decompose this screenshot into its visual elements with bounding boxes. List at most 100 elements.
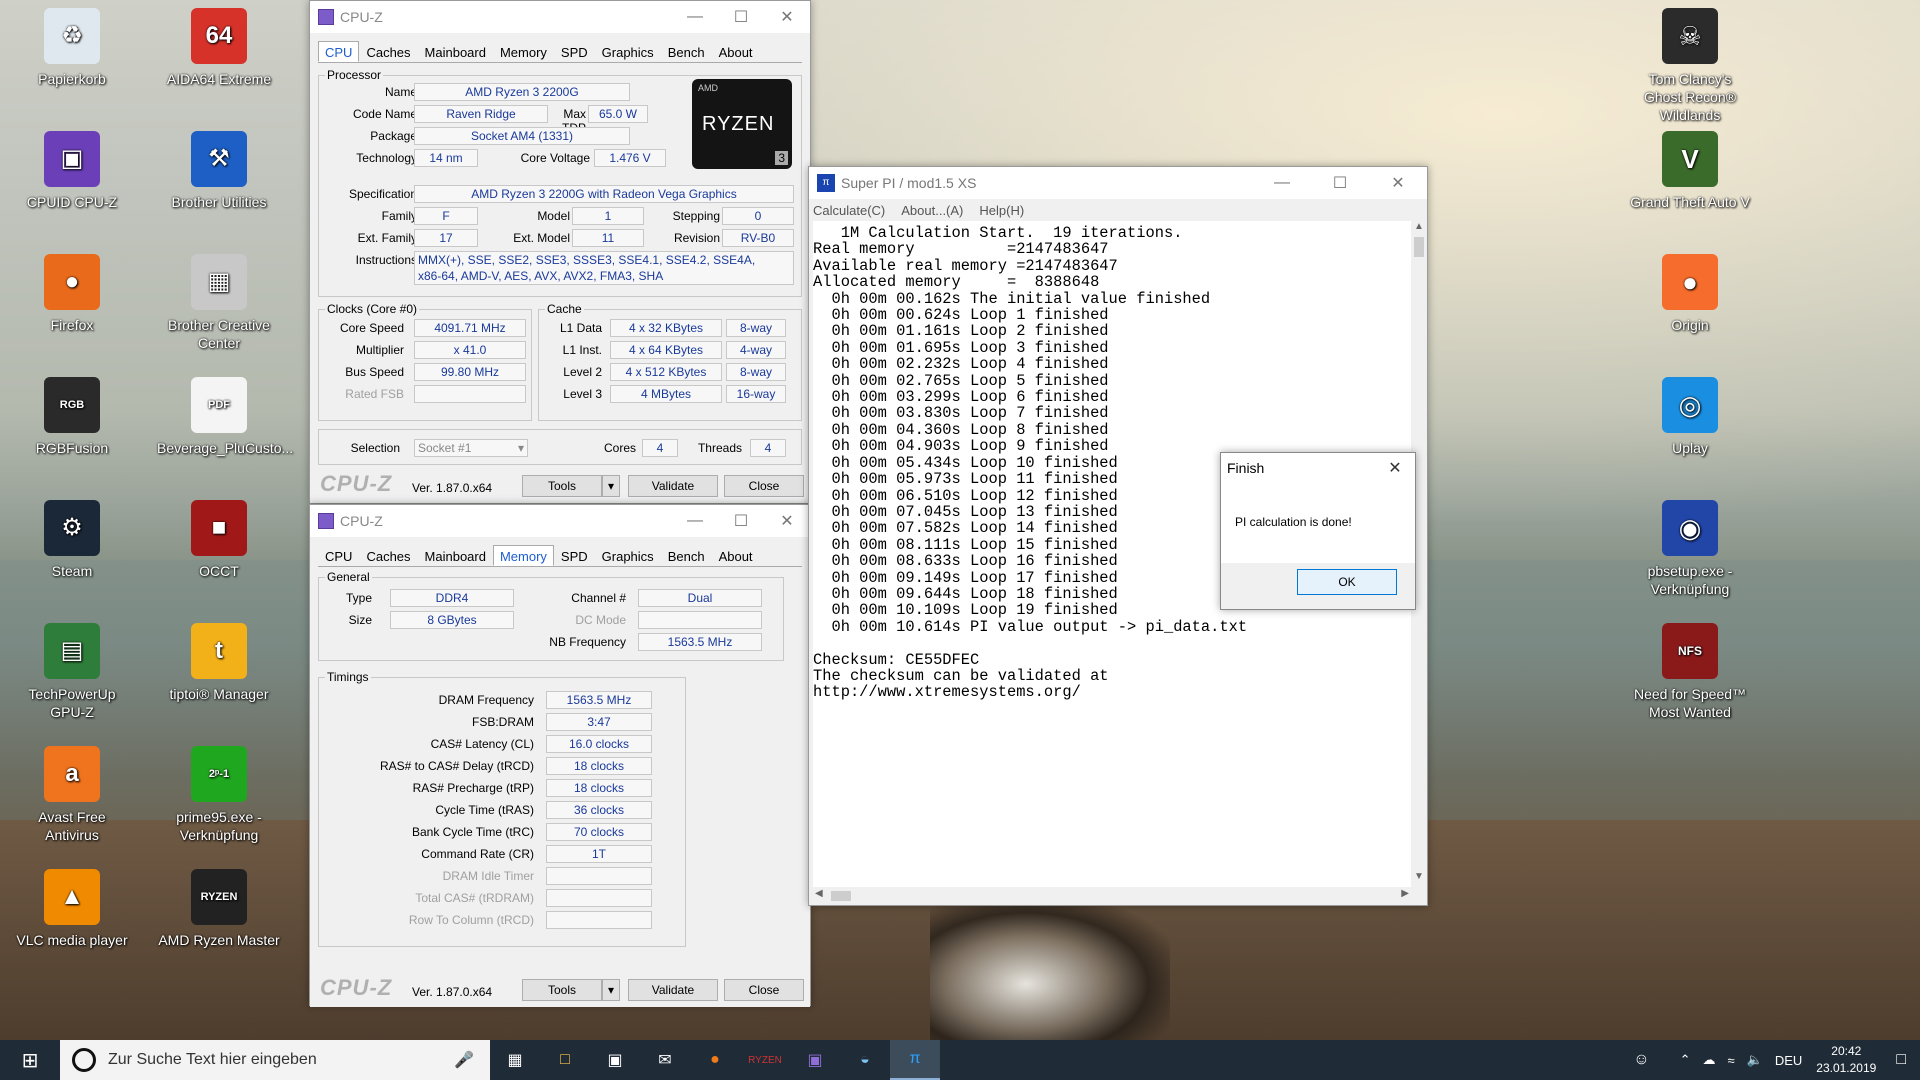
tab-spd[interactable]: SPD [554,545,595,566]
desktop-icon[interactable]: ■ OCCT [157,500,281,580]
tab-memory[interactable]: Memory [492,545,554,566]
superpi-taskbar-icon[interactable]: π [890,1040,940,1080]
chevron-up-icon[interactable]: ⌃ [1680,1052,1691,1068]
tab-cpu[interactable]: CPU [318,545,359,566]
close-button[interactable]: Close [724,475,804,497]
file-explorer-icon[interactable]: □ [540,1040,590,1080]
desktop-icon[interactable]: a Avast Free Antivirus [10,746,134,844]
scroll-thumb[interactable] [1414,237,1424,257]
tab-mainboard[interactable]: Mainboard [418,545,493,566]
cpuz-memory-titlebar[interactable]: CPU-Z — ☐ ✕ [310,505,810,537]
desktop-icon[interactable]: ▦ Brother Creative Center [157,254,281,352]
scroll-down-icon[interactable]: ▼ [1411,871,1427,887]
tab-memory[interactable]: Memory [493,41,554,62]
clock[interactable]: 20:42 23.01.2019 [1816,1043,1876,1077]
tab-about[interactable]: About [712,41,760,62]
tools-dropdown-button[interactable]: ▾ [602,475,620,497]
close-window-button[interactable]: ✕ [1369,167,1427,199]
close-dialog-button[interactable]: ✕ [1375,452,1415,484]
minimize-button[interactable]: — [672,505,718,537]
steam-icon: ⚙ [44,500,100,556]
firefox-taskbar-icon[interactable]: ● [690,1040,740,1080]
close-button[interactable]: Close [724,979,804,1001]
volume-icon[interactable]: 🔈 [1747,1052,1763,1068]
desktop-icon[interactable]: ☠ Tom Clancy's Ghost Recon® Wildlands [1628,8,1752,124]
minimize-button[interactable]: — [672,1,718,33]
tab-caches[interactable]: Caches [359,545,417,566]
desktop-icon[interactable]: ⚙ Steam [10,500,134,580]
tab-mainboard[interactable]: Mainboard [418,41,493,62]
close-window-button[interactable]: ✕ [764,1,810,33]
finish-titlebar[interactable]: Finish ✕ [1221,453,1415,483]
desktop-icon[interactable]: ⚒ Brother Utilities [157,131,281,211]
mail-icon[interactable]: ✉ [640,1040,690,1080]
task-view-icon[interactable]: ▦ [490,1040,540,1080]
desktop-icon[interactable]: ◉ pbsetup.exe - Verknüpfung [1628,500,1752,598]
desktop-icon[interactable]: PDF Beverage_PluCusto... [157,377,293,457]
desktop-icon[interactable]: ▣ CPUID CPU-Z [10,131,134,211]
tools-dropdown-button[interactable]: ▾ [602,979,620,1001]
search-box[interactable]: Zur Suche Text hier eingeben 🎤 [60,1040,490,1080]
desktop-icon[interactable]: NFS Need for Speed™ Most Wanted [1628,623,1752,721]
desktop-icon[interactable]: V Grand Theft Auto V [1628,131,1752,211]
minimize-button[interactable]: — [1253,167,1311,199]
tab-graphics[interactable]: Graphics [595,41,661,62]
desktop-icon[interactable]: ♻ Papierkorb [10,8,134,88]
notification-center-icon[interactable]: □ [1896,1051,1906,1069]
tab-cpu[interactable]: CPU [318,41,360,62]
desktop-icon[interactable]: ● Firefox [10,254,134,334]
maximize-button[interactable]: ☐ [718,1,764,33]
onedrive-icon[interactable]: ☁ [1702,1052,1715,1068]
people-icon[interactable]: ☺ [1633,1051,1649,1069]
desktop-icon[interactable]: RGB RGBFusion [10,377,134,457]
tab-caches[interactable]: Caches [359,41,417,62]
menu-help[interactable]: Help(H) [979,203,1024,221]
superpi-titlebar[interactable]: π Super PI / mod1.5 XS — ☐ ✕ [809,167,1427,199]
tab-about[interactable]: About [712,545,760,566]
maximize-button[interactable]: ☐ [1311,167,1369,199]
network-icon[interactable]: ≈ [1727,1053,1734,1068]
cpuz-cpu-titlebar[interactable]: CPU-Z — ☐ ✕ [310,1,810,33]
desktop-icon[interactable]: t tiptoi® Manager [157,623,281,703]
ok-button[interactable]: OK [1297,569,1397,595]
cpuz-taskbar-icon[interactable]: ▣ [790,1040,840,1080]
close-window-button[interactable]: ✕ [764,505,810,537]
desktop-icon[interactable]: RYZEN AMD Ryzen Master [157,869,281,949]
validate-button[interactable]: Validate [628,979,718,1001]
paint-taskbar-icon[interactable]: ◒ [840,1040,890,1080]
gta5-icon: V [1662,131,1718,187]
start-button[interactable]: ⊞ [0,1040,60,1080]
validate-button[interactable]: Validate [628,475,718,497]
tab-graphics[interactable]: Graphics [595,545,661,566]
microphone-icon[interactable]: 🎤 [454,1050,474,1070]
menu-calculate[interactable]: Calculate(C) [813,203,885,221]
ryzen-wordmark: RYZEN [702,113,775,135]
desktop-icon[interactable]: ◎ Uplay [1628,377,1752,457]
tab-bench[interactable]: Bench [661,545,712,566]
desktop-icon[interactable]: 2ᵖ-1 prime95.exe - Verknüpfung [157,746,281,844]
tab-spd[interactable]: SPD [554,41,595,62]
scroll-right-icon[interactable]: ▶ [1401,888,1409,899]
scroll-left-icon[interactable]: ◀ [815,888,823,899]
dialog-title: Finish [1227,460,1265,476]
model-label: Model [537,209,570,223]
desktop-icon[interactable]: ▲ VLC media player [10,869,134,949]
rated-fsb [414,385,526,403]
menu-about[interactable]: About...(A) [901,203,963,221]
horizontal-scrollbar[interactable]: ◀ ▶ [813,887,1411,905]
scroll-up-icon[interactable]: ▲ [1411,221,1427,237]
stepping: 0 [722,207,794,225]
desktop-icon[interactable]: ▤ TechPowerUp GPU-Z [10,623,134,721]
desktop-icon[interactable]: ● Origin [1628,254,1752,334]
cores-label: Cores [603,441,636,455]
maximize-button[interactable]: ☐ [718,505,764,537]
tab-bench[interactable]: Bench [661,41,712,62]
language-indicator[interactable]: DEU [1775,1053,1802,1068]
ryzen-master-taskbar-icon[interactable]: RYZEN [740,1040,790,1080]
desktop-icon[interactable]: 64 AIDA64 Extreme [157,8,281,88]
store-icon[interactable]: ▣ [590,1040,640,1080]
tools-button[interactable]: Tools [522,475,602,497]
scroll-hthumb[interactable] [831,891,851,901]
selection-dropdown[interactable]: Socket #1 ▾ [414,439,528,457]
tools-button[interactable]: Tools [522,979,602,1001]
